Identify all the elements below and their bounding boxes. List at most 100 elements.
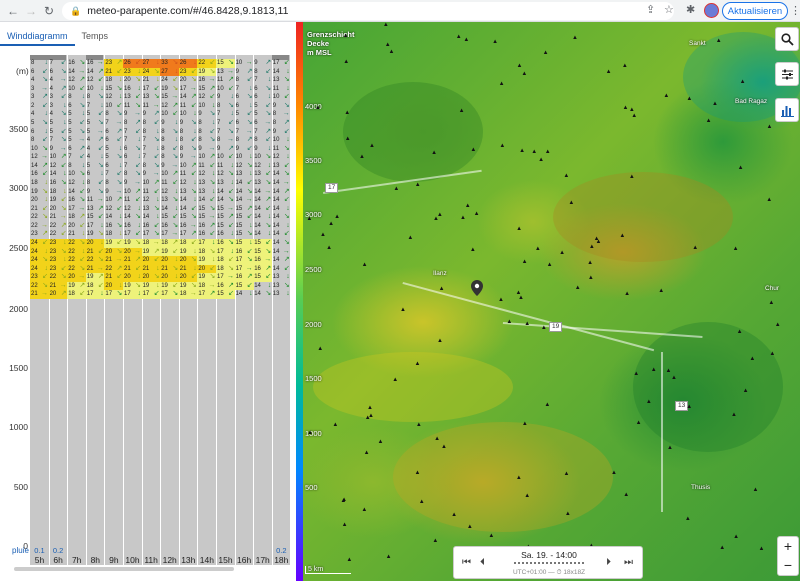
tab-winddiagramm[interactable]: Winddiagramm [0, 28, 75, 46]
peak-marker-icon: ▲ [587, 260, 594, 267]
extensions-icon[interactable]: ✱ [686, 3, 695, 16]
wind-cell: 3 ↙ [49, 93, 68, 102]
wind-direction-arrow-icon: ↘ [60, 273, 67, 281]
wind-cell: 14 ↗ [86, 68, 105, 77]
peak-marker-icon: ▲ [438, 285, 445, 292]
peak-marker-icon: ▲ [546, 261, 553, 268]
wind-speed-value: 9 [142, 111, 146, 118]
wind-speed-value: 6 [86, 171, 91, 178]
wind-cell: 14 ↘ [253, 222, 272, 231]
wind-speed-value: 23 [49, 257, 57, 264]
wind-cell: 19 ↗ [141, 247, 161, 257]
wind-direction-arrow-icon: ↘ [42, 187, 48, 195]
step-forward-icon[interactable]: ⏵ [606, 557, 611, 568]
wind-cell: 20 ↘ [179, 76, 198, 85]
update-button[interactable]: Aktualisieren [722, 2, 788, 20]
wind-speed-value: 15 [254, 248, 261, 255]
wind-cell: 7 ↙ [123, 162, 142, 171]
zoom-in-button[interactable]: + [778, 537, 798, 556]
wind-cell: 6 ↓ [123, 153, 142, 162]
wind-speed-value: 21 [31, 291, 38, 298]
wind-direction-arrow-icon: ↙ [116, 67, 123, 75]
wind-direction-arrow-icon: ↗ [265, 196, 272, 204]
horizontal-scrollbar[interactable] [14, 567, 234, 571]
tab-temps[interactable]: Temps [75, 28, 116, 46]
peak-marker-icon: ▲ [515, 289, 522, 296]
wind-speed-value: 24 [142, 68, 150, 75]
search-button[interactable] [775, 27, 799, 51]
wind-speed-value: 14 [86, 68, 94, 75]
wind-speed-value: 20 [105, 248, 113, 255]
back-icon[interactable]: ← [4, 2, 22, 20]
wind-speed-value: 16 [124, 222, 131, 229]
time-slider[interactable] [514, 562, 584, 564]
wind-direction-arrow-icon: ↓ [118, 281, 123, 289]
wind-cell: 24 ↓ [30, 264, 49, 274]
wind-cell: 11 ↓ [272, 85, 290, 94]
reload-icon[interactable]: ↻ [40, 2, 58, 20]
wind-direction-arrow-icon: ↓ [174, 273, 179, 281]
wind-direction-arrow-icon: ↗ [42, 93, 48, 101]
wind-cell: 13 ↓ [216, 179, 235, 188]
settings-button[interactable] [775, 62, 799, 86]
wind-cell: 5 ↙ [253, 102, 272, 111]
wind-speed-value: 21 [142, 265, 150, 272]
wind-cell: 9 ↘ [86, 188, 105, 197]
address-bar[interactable]: 🔒 meteo-parapente.com/#/46.8428,9.1813,1… [62, 2, 674, 20]
share-icon[interactable]: ⇪ [646, 3, 655, 16]
wind-cell: 7 ↙ [123, 128, 142, 137]
wind-direction-arrow-icon: ↓ [211, 101, 216, 109]
wind-speed-value: 17 [86, 222, 94, 229]
wind-direction-arrow-icon: ↙ [246, 281, 253, 289]
wind-speed-value: 19 [179, 282, 187, 289]
wind-speed-value: 8 [254, 68, 258, 75]
wind-direction-arrow-icon: ↗ [190, 93, 197, 101]
wind-direction-arrow-icon: ↗ [228, 281, 234, 289]
hour-label: 8h [90, 555, 101, 565]
wind-speed-value: 13 [124, 94, 131, 101]
wind-speed-value: 10 [179, 162, 187, 169]
wind-speed-value: 18 [68, 214, 75, 221]
wind-speed-value: 16 [254, 257, 261, 264]
wind-direction-arrow-icon: ↓ [286, 204, 290, 212]
wind-speed-value: 8 [86, 94, 91, 101]
chart-button[interactable] [775, 98, 799, 122]
bookmark-star-icon[interactable]: ☆ [664, 3, 674, 16]
wind-speed-value: 14 [179, 205, 187, 212]
wind-speed-value: 17 [142, 231, 150, 238]
browser-menu-icon[interactable]: ⋮ [790, 4, 800, 17]
wind-direction-arrow-icon: ↓ [156, 196, 160, 204]
wind-direction-arrow-icon: ↘ [153, 93, 160, 101]
wind-column: 22 ↙ 19 ↘ 16 → 15 ↗ 12 ↙ 10 ↓ 9 ↘ 8 ↓ 8 ↙ 8 ↘ 9 → 10 ↗ 11 ↙ 12 ↓ 13 ↘… [197, 59, 217, 299]
wind-speed-value: 19 [161, 85, 168, 92]
wind-cell: 21 ↘ [160, 264, 180, 274]
wind-direction-arrow-icon: ↙ [97, 144, 104, 152]
forward-icon[interactable]: → [22, 2, 40, 20]
skip-end-icon[interactable]: ⏭ [624, 557, 633, 568]
zoom-out-button[interactable]: − [778, 556, 798, 575]
peak-marker-icon: ▲ [451, 512, 458, 519]
wind-cell: 17 ↓ [86, 222, 105, 231]
map-view[interactable]: Grenzschicht Decke m MSL 4000 3500 3000 250… [303, 22, 800, 581]
wind-direction-arrow-icon: → [41, 153, 48, 161]
wind-cell: 11 ↙ [197, 162, 216, 171]
wind-direction-arrow-icon: ↙ [172, 247, 179, 255]
wind-direction-arrow-icon: ↘ [190, 144, 197, 152]
wind-direction-arrow-icon: → [227, 136, 234, 144]
wind-direction-arrow-icon: ↓ [230, 110, 235, 118]
location-pin-icon[interactable] [471, 280, 483, 296]
wind-cell: 9 ↗ [235, 68, 254, 77]
wind-direction-arrow-icon: ↓ [44, 127, 49, 135]
wind-cell: 15 ↘ [216, 59, 235, 68]
wind-cell: 21 ↙ [104, 273, 124, 282]
wind-direction-arrow-icon: ↓ [100, 170, 104, 178]
wind-cell: 14 → [253, 188, 272, 197]
peak-marker-icon: ▲ [307, 430, 314, 437]
wind-direction-arrow-icon: ↓ [81, 179, 86, 186]
wind-speed-value: 17 [179, 85, 187, 92]
wind-cell: 19 ↙ [160, 281, 180, 291]
wind-direction-arrow-icon: ↘ [246, 93, 253, 101]
profile-avatar[interactable] [704, 3, 719, 18]
wind-cell: 18 ↓ [49, 188, 68, 197]
wind-direction-arrow-icon: ↙ [265, 101, 272, 109]
